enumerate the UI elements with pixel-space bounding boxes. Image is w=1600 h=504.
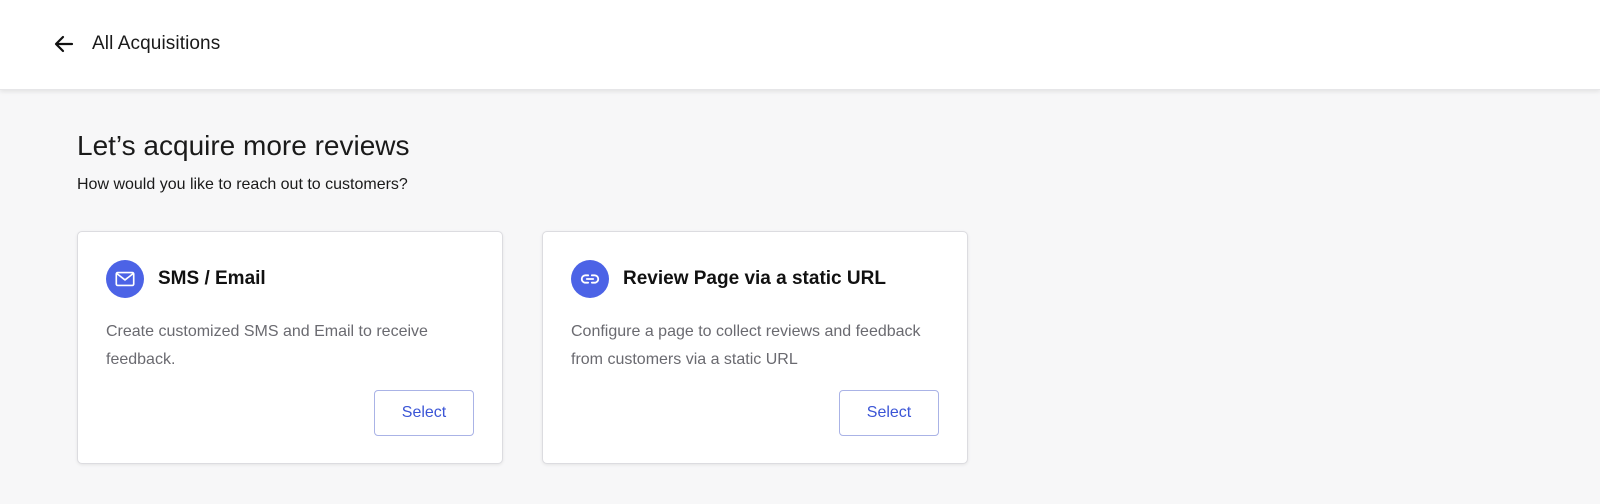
back-link-label[interactable]: All Acquisitions bbox=[92, 33, 220, 55]
option-card-sms-email: SMS / Email Create customized SMS and Em… bbox=[77, 231, 503, 464]
back-button[interactable] bbox=[50, 30, 78, 58]
page-title: Let’s acquire more reviews bbox=[77, 130, 410, 161]
link-icon bbox=[571, 260, 609, 298]
select-static-url-button[interactable]: Select bbox=[839, 390, 939, 436]
card-title: Review Page via a static URL bbox=[623, 268, 886, 289]
mail-icon bbox=[106, 260, 144, 298]
arrow-left-icon bbox=[54, 35, 74, 53]
card-description: Configure a page to collect reviews and … bbox=[571, 323, 921, 368]
card-title: SMS / Email bbox=[158, 268, 266, 289]
option-card-static-url: Review Page via a static URL Configure a… bbox=[542, 231, 968, 464]
top-bar: All Acquisitions bbox=[0, 0, 1600, 90]
page-subtitle: How would you like to reach out to custo… bbox=[77, 176, 408, 193]
card-description: Create customized SMS and Email to recei… bbox=[106, 323, 428, 368]
select-sms-email-button[interactable]: Select bbox=[374, 390, 474, 436]
